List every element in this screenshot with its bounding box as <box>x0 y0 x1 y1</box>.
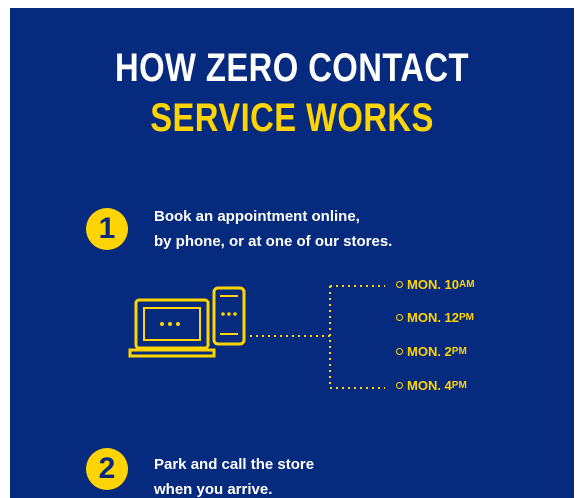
laptop-and-phone-icon <box>128 286 246 358</box>
bullet-icon <box>396 281 403 288</box>
time-slot: MON. 2 PM <box>396 344 467 359</box>
step-1-line-2: by phone, or at one of our stores. <box>154 233 393 250</box>
bullet-icon <box>396 382 403 389</box>
bullet-icon <box>396 314 403 321</box>
step-1-text: Book an appointment online, by phone, or… <box>154 204 392 254</box>
title-line-2: SERVICE WORKS <box>150 96 434 140</box>
step-2-badge: 2 <box>86 448 128 490</box>
step-2-text: Park and call the store when you arrive. <box>154 452 314 498</box>
schedule-connector <box>250 285 385 389</box>
step-1-line-1: Book an appointment online, <box>154 208 360 225</box>
time-slot: MON. 10 AM <box>396 277 475 292</box>
time-slot: MON. 4 PM <box>396 378 467 393</box>
infographic-panel: HOW ZERO CONTACT SERVICE WORKS 1 Book an… <box>10 8 574 498</box>
step-1-badge: 1 <box>86 208 128 250</box>
title-line-1: HOW ZERO CONTACT <box>115 46 469 90</box>
bullet-icon <box>396 348 403 355</box>
time-slot: MON. 12 PM <box>396 310 474 325</box>
step-2-line-1: Park and call the store <box>154 456 315 473</box>
step-2-line-2: when you arrive. <box>154 481 273 498</box>
